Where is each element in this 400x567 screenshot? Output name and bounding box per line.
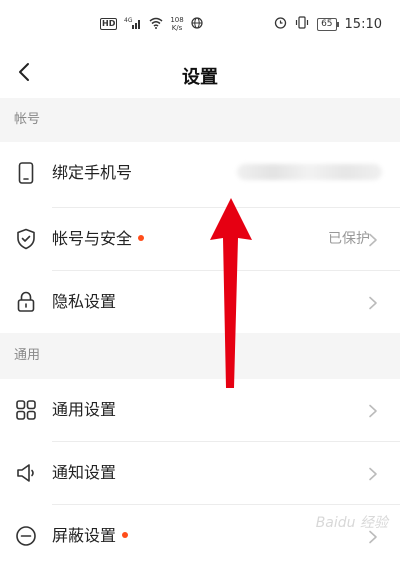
clock-time: 15:10: [344, 17, 382, 32]
chevron-right-icon: [366, 232, 380, 247]
vibrate-icon: [295, 16, 309, 33]
settings-row-general[interactable]: 通用设置: [0, 379, 400, 441]
security-status-value: 已保护: [328, 231, 370, 247]
speed-value: 108: [170, 15, 184, 24]
settings-row-privacy[interactable]: 隐私设置: [0, 271, 400, 333]
nav-bar: 设置: [0, 50, 400, 98]
signal-icon: 4G: [124, 14, 142, 33]
battery-indicator: 65: [317, 18, 340, 31]
page-title: 设置: [182, 67, 218, 88]
chevron-right-icon: [366, 295, 380, 310]
label-text: 屏蔽设置: [52, 526, 117, 545]
label-text: 帐号与安全: [52, 229, 133, 248]
chevron-right-icon: [366, 403, 380, 418]
hd-badge: HD: [100, 17, 118, 30]
network-speed: 108 K/s: [170, 16, 183, 32]
settings-row-label: 通知设置: [52, 463, 117, 482]
baidu-watermark-logo: Baidu 经验: [315, 515, 388, 531]
section-header-general: 通用: [0, 333, 400, 379]
settings-row-label: 帐号与安全: [52, 208, 145, 270]
section-header-account: 帐号: [0, 98, 400, 142]
wifi-icon: [149, 14, 163, 33]
settings-row-label: 屏蔽设置: [52, 505, 129, 567]
masked-phone-number: [237, 164, 382, 180]
phone-icon: [13, 160, 39, 186]
settings-row-label: 通用设置: [52, 400, 117, 419]
chevron-right-icon: [366, 466, 380, 481]
status-icons-right: 65 15:10: [274, 16, 382, 33]
speed-unit: K/s: [171, 23, 183, 32]
notification-dot: [122, 531, 129, 538]
lock-icon: [13, 289, 39, 315]
shield-check-icon: [13, 226, 39, 252]
notification-dot: [138, 234, 145, 241]
settings-row-label: 隐私设置: [52, 292, 117, 311]
settings-row-notification[interactable]: 通知设置: [0, 442, 400, 504]
speaker-icon: [13, 460, 39, 486]
settings-row-bind-phone[interactable]: 绑定手机号: [0, 142, 400, 204]
status-bar: HD 4G 108 K/s 65 15:10: [0, 0, 400, 50]
settings-row-account-security[interactable]: 帐号与安全 已保护: [0, 208, 400, 270]
globe-icon: [191, 14, 203, 33]
settings-row-label: 绑定手机号: [52, 163, 133, 182]
block-icon: [13, 523, 39, 549]
grid-icon: [13, 397, 39, 423]
alarm-icon: [274, 16, 287, 33]
network-type-text: 4G: [124, 17, 133, 24]
status-icons-center: HD 4G 108 K/s: [100, 14, 203, 33]
